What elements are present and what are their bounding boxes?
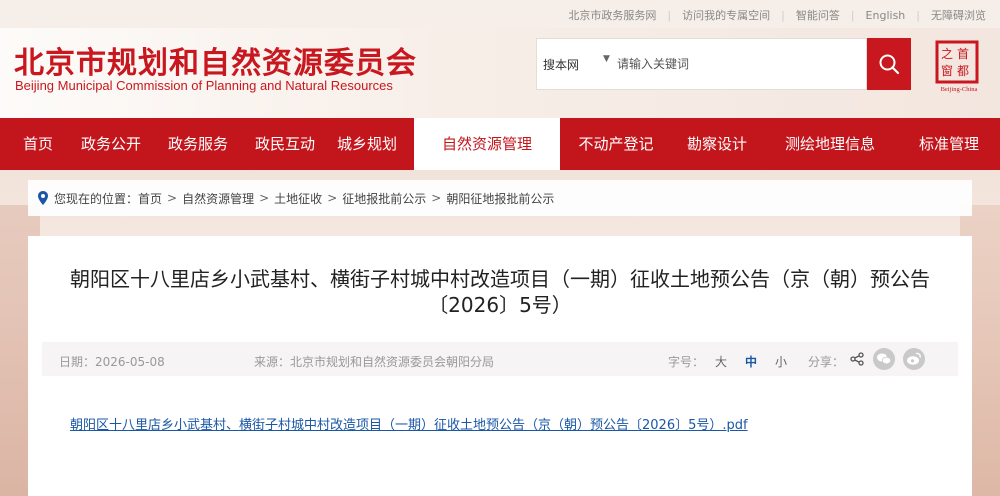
nav-item-gov-services[interactable]: 政务服务 xyxy=(146,118,250,170)
share-icon[interactable] xyxy=(850,352,864,366)
utility-link-my-space[interactable]: 访问我的专属空间 xyxy=(682,7,770,23)
breadcrumb-item-chaoyang-notice[interactable]: 朝阳征地报批前公示 xyxy=(446,190,554,207)
main-nav: 首页 政务公开 政务服务 政民互动 城乡规划 自然资源管理 不动产登记 勘察设计… xyxy=(0,118,1000,170)
font-size-large[interactable]: 大 xyxy=(715,353,727,370)
breadcrumb-separator: > xyxy=(259,191,270,205)
font-size-small[interactable]: 小 xyxy=(775,353,787,370)
nav-item-gov-affairs[interactable]: 政务公开 xyxy=(76,118,146,170)
search-box: 搜本网 ▼ xyxy=(536,38,867,90)
utility-link-smart-qa[interactable]: 智能问答 xyxy=(796,7,840,23)
search-scope-select[interactable]: 搜本网 xyxy=(543,56,579,73)
breadcrumb-item-land-expropriation[interactable]: 土地征收 xyxy=(274,190,322,207)
search-input[interactable] xyxy=(617,51,857,77)
site-header: 北京市规划和自然资源委员会 Beijing Municipal Commissi… xyxy=(0,28,1000,118)
font-size-medium[interactable]: 中 xyxy=(745,353,757,370)
font-size-label: 字号： xyxy=(668,355,705,369)
search-icon xyxy=(879,54,900,75)
utility-link-english[interactable]: English xyxy=(866,9,906,22)
divider: | xyxy=(781,8,785,22)
nav-item-natural-resources[interactable]: 自然资源管理 xyxy=(414,118,560,170)
caret-down-icon[interactable]: ▼ xyxy=(603,54,610,64)
seal-char: 首 xyxy=(957,47,969,61)
article-meta-bar: 日期：2026-05-08 来源：北京市规划和自然资源委员会朝阳分局 字号： 大… xyxy=(42,342,958,376)
divider: | xyxy=(916,8,920,22)
nav-item-standards[interactable]: 标准管理 xyxy=(898,118,1000,170)
weibo-icon[interactable] xyxy=(902,347,926,371)
utility-link-gov-service[interactable]: 北京市政务服务网 xyxy=(568,7,656,23)
article-source: 来源：北京市规划和自然资源委员会朝阳分局 xyxy=(254,355,495,369)
article-title: 朝阳区十八里店乡小武基村、横街子村城中村改造项目（一期）征收土地预公告（京（朝）… xyxy=(70,267,930,317)
site-title-english: Beijing Municipal Commission of Planning… xyxy=(15,78,393,93)
search-button[interactable] xyxy=(867,38,911,90)
wechat-icon[interactable] xyxy=(872,347,896,371)
location-pin-icon xyxy=(38,191,48,205)
divider: | xyxy=(850,8,855,22)
share-label: 分享： xyxy=(808,355,845,369)
utility-link-accessibility[interactable]: 无障碍浏览 xyxy=(931,7,986,23)
utility-links: 北京市政务服务网 | 访问我的专属空间 | 智能问答 | English | 无… xyxy=(568,7,986,23)
breadcrumb-separator: > xyxy=(167,191,178,205)
breadcrumb: 您现在的位置： 首页 > 自然资源管理 > 土地征收 > 征地报批前公示 > 朝… xyxy=(28,180,972,216)
breadcrumb-separator: > xyxy=(327,191,338,205)
breadcrumb-item-pre-approval-notice[interactable]: 征地报批前公示 xyxy=(342,190,426,207)
seal-char: 都 xyxy=(957,64,969,78)
seal-char: 窗 xyxy=(941,64,953,78)
nav-item-home[interactable]: 首页 xyxy=(0,118,76,170)
breadcrumb-prefix: 您现在的位置： xyxy=(54,191,139,206)
attachment-pdf-link[interactable]: 朝阳区十八里店乡小武基村、横街子村城中村改造项目（一期）征收土地预公告（京（朝）… xyxy=(70,414,748,433)
nav-item-survey-design[interactable]: 勘察设计 xyxy=(672,118,762,170)
seal-char: 之 xyxy=(941,47,953,61)
top-utility-bar: 北京市政务服务网 | 访问我的专属空间 | 智能问答 | English | 无… xyxy=(0,0,1000,28)
article-card: 朝阳区十八里店乡小武基村、横街子村城中村改造项目（一期）征收土地预公告（京（朝）… xyxy=(28,236,972,496)
nav-item-interaction[interactable]: 政民互动 xyxy=(250,118,320,170)
breadcrumb-item-natural-resources[interactable]: 自然资源管理 xyxy=(182,190,254,207)
seal-caption: Beijing-China xyxy=(941,86,978,93)
breadcrumb-item-home[interactable]: 首页 xyxy=(138,190,162,207)
site-title[interactable]: 北京市规划和自然资源委员会 xyxy=(14,38,417,82)
divider: | xyxy=(667,8,672,22)
nav-item-real-estate[interactable]: 不动产登记 xyxy=(560,118,672,170)
breadcrumb-separator: > xyxy=(431,191,442,205)
capital-window-logo[interactable]: 首 都 之 窗 Beijing-China xyxy=(932,38,986,94)
nav-item-mapping[interactable]: 测绘地理信息 xyxy=(762,118,898,170)
nav-item-urban-planning[interactable]: 城乡规划 xyxy=(320,118,414,170)
article-date: 日期：2026-05-08 xyxy=(59,355,165,369)
